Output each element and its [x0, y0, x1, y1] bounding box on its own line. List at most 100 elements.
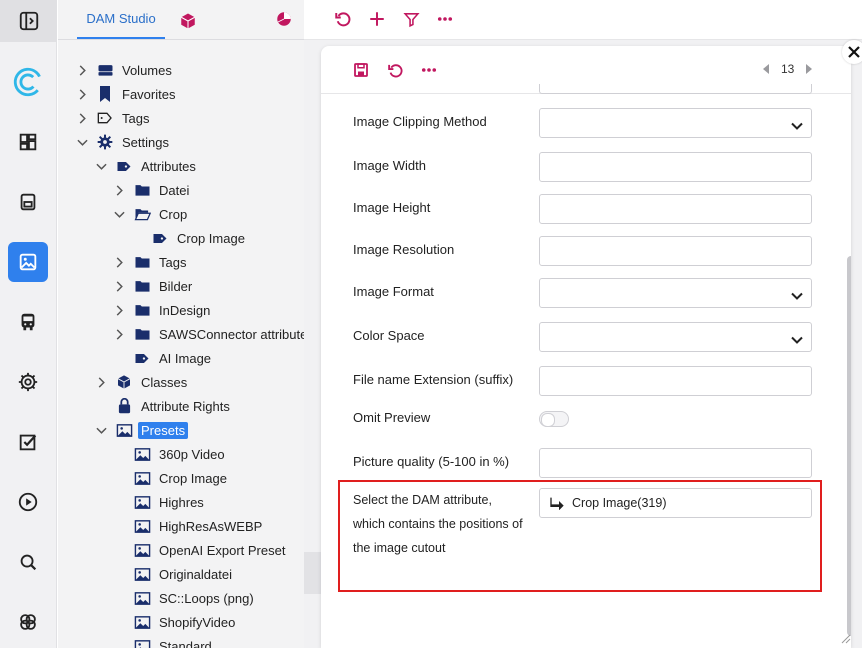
tree-expander[interactable] [74, 86, 90, 102]
tree-expander[interactable] [111, 278, 127, 294]
omit-preview-toggle[interactable] [539, 411, 569, 427]
chevron-right-icon[interactable] [115, 280, 124, 292]
chevron-right-icon[interactable] [78, 64, 87, 76]
tree-item[interactable]: 360p Video [111, 442, 228, 466]
tree-expander[interactable] [74, 134, 90, 150]
text-field[interactable] [539, 152, 812, 182]
tree-item[interactable]: Classes [93, 370, 190, 394]
chevron-right-icon[interactable] [78, 88, 87, 100]
dashboard-icon[interactable] [8, 122, 48, 162]
tree-item[interactable]: Volumes [74, 58, 175, 82]
chevron-right-icon[interactable] [802, 61, 816, 77]
crop-attribute-label: Select the DAM attribute, which contains… [353, 493, 523, 555]
add-icon[interactable] [366, 8, 388, 30]
tree-header: DAM Studio [58, 0, 304, 40]
tree-item[interactable]: Datei [111, 178, 192, 202]
crop-attribute-value: Crop Image(319) [572, 496, 667, 510]
chevron-right-icon[interactable] [97, 376, 106, 388]
logo-icon[interactable] [8, 62, 48, 102]
scrolled-field[interactable] [539, 84, 812, 94]
settings-icon[interactable] [8, 362, 48, 402]
checkbox-icon[interactable] [8, 422, 48, 462]
text-field[interactable] [539, 236, 812, 266]
tree-expander[interactable] [111, 206, 127, 222]
tree-expander[interactable] [111, 182, 127, 198]
cube-icon[interactable] [179, 12, 197, 35]
chevron-left-icon[interactable] [759, 61, 773, 77]
navigation-tree-panel: DAM Studio Volumes Favorites Tags Settings A… [58, 0, 304, 648]
tree-item[interactable]: SC::Loops (png) [111, 586, 257, 610]
tree-item[interactable]: Crop [111, 202, 190, 226]
field-label: Image Resolution [353, 242, 455, 257]
image-icon[interactable] [8, 242, 48, 282]
tree-expander[interactable] [93, 158, 109, 174]
search-icon[interactable] [8, 542, 48, 582]
dropdown-toggle[interactable] [791, 331, 803, 349]
tree-item[interactable]: Attributes [93, 154, 199, 178]
tree-item[interactable]: Originaldatei [111, 562, 235, 586]
crop-attribute-field[interactable]: Crop Image(319) [539, 488, 812, 518]
tree-item-label: Settings [122, 134, 169, 150]
chevron-right-icon[interactable] [115, 184, 124, 196]
chevron-right-icon[interactable] [115, 328, 124, 340]
tree-item[interactable]: Crop Image [111, 466, 230, 490]
chevron-right-icon[interactable] [115, 304, 124, 316]
tree-expander[interactable] [111, 326, 127, 342]
more-icon[interactable] [418, 59, 440, 81]
tree-item[interactable]: Presets [93, 418, 189, 442]
save-icon[interactable] [350, 59, 372, 81]
bus-icon[interactable] [8, 302, 48, 342]
tree-item[interactable]: Attribute Rights [93, 394, 233, 418]
chevron-right-icon[interactable] [78, 112, 87, 124]
select-field[interactable] [539, 108, 812, 138]
chevron-down-icon[interactable] [76, 138, 88, 147]
tree-item[interactable]: Settings [74, 130, 172, 154]
tree-expander[interactable] [111, 254, 127, 270]
tree-item[interactable]: HighResAsWEBP [111, 514, 265, 538]
tree-item[interactable]: Bilder [111, 274, 195, 298]
text-field[interactable] [539, 366, 812, 396]
tree-item[interactable]: OpenAI Export Preset [111, 538, 288, 562]
tree-expander[interactable] [74, 62, 90, 78]
select-field[interactable] [539, 278, 812, 308]
resize-handle-icon[interactable] [841, 634, 851, 644]
text-field[interactable] [539, 448, 812, 478]
filter-icon[interactable] [400, 8, 422, 30]
tree-item[interactable]: Standard [111, 634, 215, 648]
tree-item[interactable]: ShopifyVideo [111, 610, 238, 634]
scrollbar[interactable] [847, 256, 851, 636]
refresh-icon[interactable] [332, 8, 354, 30]
chevron-down-icon[interactable] [95, 426, 107, 435]
tree-expander[interactable] [111, 302, 127, 318]
chevron-right-icon[interactable] [115, 256, 124, 268]
tree-item[interactable]: Highres [111, 490, 207, 514]
chevron-down-icon[interactable] [95, 162, 107, 171]
tree-item[interactable]: Tags [74, 106, 152, 130]
select-field[interactable] [539, 322, 812, 352]
tree-expander[interactable] [93, 422, 109, 438]
play-icon[interactable] [8, 482, 48, 522]
dropdown-toggle[interactable] [791, 117, 803, 135]
chevron-down-icon[interactable] [113, 210, 125, 219]
tree-expander[interactable] [74, 110, 90, 126]
save-icon[interactable] [8, 182, 48, 222]
tree-item[interactable]: AI Image [111, 346, 214, 370]
refresh-icon[interactable] [384, 59, 406, 81]
panel-toggle-icon[interactable] [0, 0, 57, 42]
tree-item[interactable]: InDesign [111, 298, 213, 322]
tree-item[interactable]: Crop Image [129, 226, 248, 250]
tab-dam-studio[interactable]: DAM Studio [77, 0, 165, 39]
close-button[interactable] [842, 40, 862, 64]
tree-item[interactable]: Tags [111, 250, 189, 274]
tree-item[interactable]: Favorites [74, 82, 178, 106]
pie-chart-icon[interactable] [275, 10, 293, 33]
text-field[interactable] [539, 194, 812, 224]
app-window: DAM Studio Volumes Favorites Tags Settings A… [0, 0, 862, 648]
tree-item[interactable]: SAWSConnector attributes [111, 322, 304, 346]
tree-expander[interactable] [93, 374, 109, 390]
tree-expander [111, 566, 127, 582]
dropdown-toggle[interactable] [791, 287, 803, 305]
more-icon[interactable] [434, 8, 456, 30]
workflow-icon[interactable] [8, 602, 48, 642]
pager: 13 [759, 61, 816, 77]
